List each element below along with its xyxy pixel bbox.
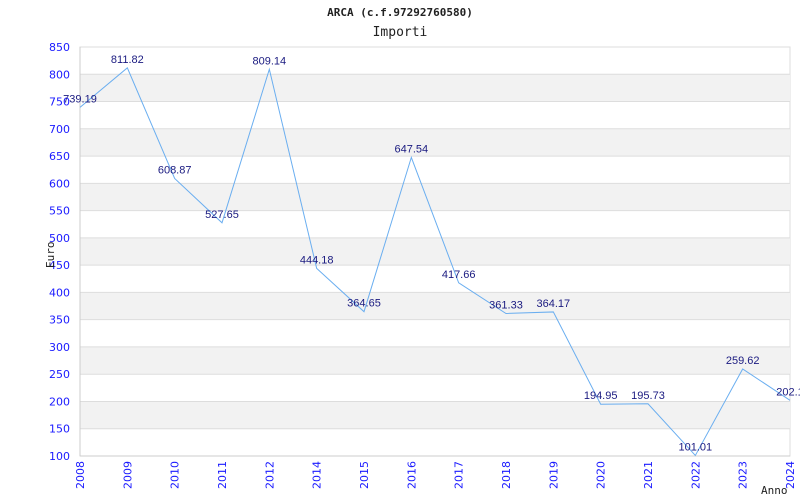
data-label: 194.95 bbox=[584, 390, 618, 402]
grid-band bbox=[80, 401, 790, 429]
data-label: 647.54 bbox=[395, 143, 429, 155]
y-tick-label: 800 bbox=[49, 68, 70, 81]
data-label: 417.66 bbox=[442, 269, 476, 281]
x-tick-label: 2015 bbox=[358, 461, 371, 489]
x-tick-label: 2023 bbox=[737, 461, 750, 489]
data-label: 809.14 bbox=[253, 55, 287, 67]
x-tick-label: 2016 bbox=[405, 461, 418, 489]
x-tick-label: 2017 bbox=[453, 461, 466, 489]
x-tick-label: 2010 bbox=[169, 461, 182, 489]
y-tick-label: 400 bbox=[49, 286, 70, 299]
x-tick-label: 2008 bbox=[74, 461, 87, 489]
data-label: 364.65 bbox=[347, 298, 381, 310]
grid-band bbox=[80, 292, 790, 320]
data-label: 608.87 bbox=[158, 164, 192, 176]
x-tick-label: 2012 bbox=[263, 461, 276, 489]
x-tick-label: 2014 bbox=[311, 461, 324, 489]
y-tick-label: 350 bbox=[49, 314, 70, 327]
x-tick-label: 2021 bbox=[642, 461, 655, 489]
plot-area: 1001502002503003504004505005506006507007… bbox=[44, 41, 800, 497]
data-label: 811.82 bbox=[111, 54, 144, 66]
x-axis-label: Anno bbox=[761, 484, 788, 497]
data-label: 195.73 bbox=[631, 390, 665, 402]
y-tick-label: 200 bbox=[49, 395, 70, 408]
y-tick-label: 250 bbox=[49, 368, 70, 381]
data-label: 361.33 bbox=[489, 299, 523, 311]
y-tick-label: 550 bbox=[49, 205, 70, 218]
x-tick-label: 2009 bbox=[121, 461, 134, 489]
y-tick-label: 600 bbox=[49, 177, 70, 190]
chart: ARCA (c.f.97292760580) Importi 100 150 200… bbox=[0, 0, 800, 500]
y-tick-label: 700 bbox=[49, 123, 70, 136]
grid-band bbox=[80, 74, 790, 102]
x-tick-label: 2020 bbox=[595, 461, 608, 489]
data-label: 364.17 bbox=[537, 298, 571, 310]
data-label: 444.18 bbox=[300, 254, 334, 266]
data-label: 739.19 bbox=[63, 93, 97, 105]
data-label: 202.1 bbox=[776, 386, 800, 398]
x-tick-label: 2019 bbox=[547, 461, 560, 489]
grid-band bbox=[80, 183, 790, 211]
x-tick-label: 2018 bbox=[500, 461, 513, 489]
data-label: 259.62 bbox=[726, 355, 760, 367]
grid-band bbox=[80, 237, 790, 266]
x-tick-label: 2011 bbox=[216, 461, 229, 489]
y-tick-label: 100 bbox=[49, 450, 70, 463]
data-label: 101.01 bbox=[679, 441, 713, 453]
y-tick-label: 650 bbox=[49, 150, 70, 163]
grid-band bbox=[80, 346, 790, 375]
x-tick-label: 2022 bbox=[689, 461, 702, 489]
data-label: 527.65 bbox=[205, 209, 239, 221]
grid-band bbox=[80, 128, 790, 157]
y-tick-label: 300 bbox=[49, 341, 70, 354]
y-axis-label: Euro bbox=[44, 242, 57, 269]
y-tick-label: 850 bbox=[49, 41, 70, 54]
y-tick-label: 150 bbox=[49, 423, 70, 436]
